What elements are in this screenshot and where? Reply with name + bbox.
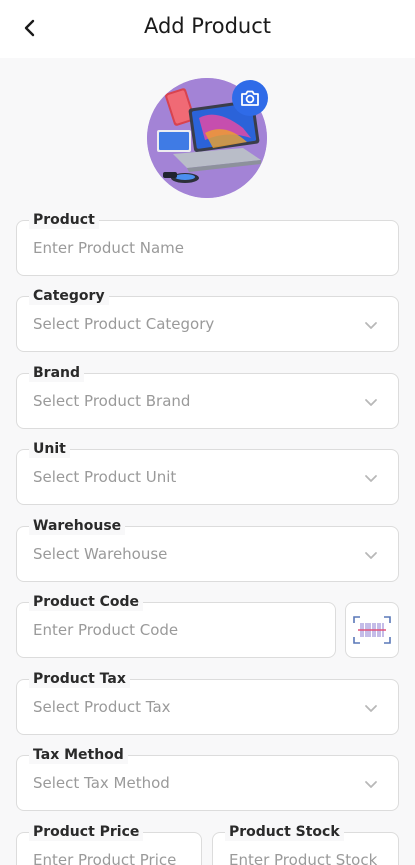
- barcode-scan-button[interactable]: [345, 602, 399, 658]
- unit-label: Unit: [29, 440, 70, 458]
- product-price-placeholder: Enter Product Price: [33, 851, 177, 865]
- page-title: Add Product: [143, 14, 272, 38]
- warehouse-placeholder: Select Warehouse: [33, 545, 168, 563]
- product-tax-label: Product Tax: [29, 670, 130, 688]
- product-name-field[interactable]: Product Enter Product Name: [16, 211, 399, 276]
- tax-method-select[interactable]: Tax Method Select Tax Method: [16, 746, 399, 811]
- product-price-label: Product Price: [29, 823, 144, 841]
- product-tax-placeholder: Select Product Tax: [33, 698, 171, 716]
- brand-label: Brand: [29, 364, 85, 382]
- product-stock-placeholder: Enter Product Stock: [229, 851, 378, 865]
- category-label: Category: [29, 287, 109, 305]
- product-image-area: [147, 78, 268, 198]
- product-stock-label: Product Stock: [225, 823, 344, 841]
- product-code-field[interactable]: Product Code Enter Product Code: [16, 593, 336, 658]
- barcode-scan-icon: [353, 616, 391, 644]
- product-name-placeholder: Enter Product Name: [33, 239, 185, 257]
- chevron-down-icon: [365, 705, 377, 712]
- product-price-field[interactable]: Product Price Enter Product Price: [16, 823, 202, 865]
- category-placeholder: Select Product Category: [33, 315, 215, 333]
- product-code-placeholder: Enter Product Code: [33, 621, 179, 639]
- chevron-down-icon: [365, 552, 377, 559]
- tax-method-placeholder: Select Tax Method: [33, 774, 170, 792]
- product-code-label: Product Code: [29, 593, 144, 611]
- warehouse-select[interactable]: Warehouse Select Warehouse: [16, 517, 399, 582]
- product-stock-field[interactable]: Product Stock Enter Product Stock: [212, 823, 399, 865]
- product-tax-select[interactable]: Product Tax Select Product Tax: [16, 670, 399, 735]
- unit-select[interactable]: Unit Select Product Unit: [16, 440, 399, 505]
- chevron-down-icon: [365, 475, 377, 482]
- camera-icon: [241, 90, 259, 106]
- product-name-label: Product: [29, 211, 99, 229]
- warehouse-label: Warehouse: [29, 517, 126, 535]
- change-photo-button[interactable]: [232, 80, 268, 116]
- brand-select[interactable]: Brand Select Product Brand: [16, 364, 399, 429]
- brand-placeholder: Select Product Brand: [33, 392, 191, 410]
- chevron-down-icon: [365, 399, 377, 406]
- app-header: Add Product: [0, 0, 415, 58]
- category-select[interactable]: Category Select Product Category: [16, 287, 399, 352]
- chevron-down-icon: [365, 781, 377, 788]
- chevron-down-icon: [365, 322, 377, 329]
- tax-method-label: Tax Method: [29, 746, 128, 764]
- unit-placeholder: Select Product Unit: [33, 468, 177, 486]
